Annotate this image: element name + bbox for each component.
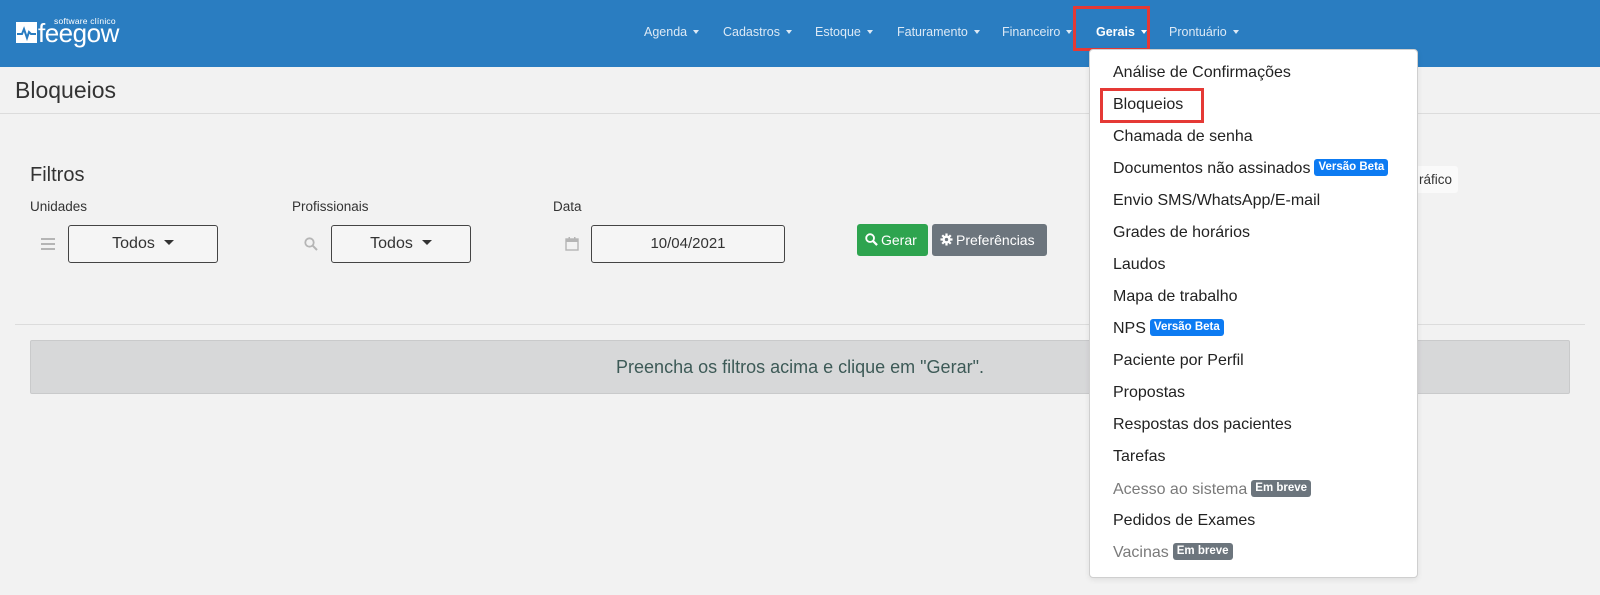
coming-soon-badge: Em breve bbox=[1251, 479, 1312, 497]
menu-item-documentos-nao-assinados[interactable]: Documentos não assinados Versão Beta bbox=[1113, 158, 1389, 180]
gerar-button[interactable]: Gerar bbox=[857, 224, 928, 256]
menu-item-label: Pedidos de Exames bbox=[1113, 512, 1256, 529]
menu-item-tarefas[interactable]: Tarefas bbox=[1113, 446, 1165, 468]
menu-item-laudos[interactable]: Laudos bbox=[1113, 254, 1166, 276]
calendar-icon bbox=[565, 237, 579, 251]
caret-down-icon bbox=[693, 29, 700, 34]
menu-item-label: Tarefas bbox=[1113, 448, 1166, 465]
filters-title: Filtros bbox=[30, 164, 85, 186]
feegow-logo[interactable]: software clínico feegow bbox=[16, 16, 126, 50]
menu-item-respostas-pacientes[interactable]: Respostas dos pacientes bbox=[1113, 414, 1292, 436]
gerais-dropdown-menu: Análise de Confirmações Bloqueios Chamad… bbox=[1089, 49, 1418, 578]
nav-agenda-label: Agenda bbox=[644, 25, 688, 39]
menu-item-paciente-perfil[interactable]: Paciente por Perfil bbox=[1113, 350, 1244, 372]
date-input[interactable]: 10/04/2021 bbox=[591, 225, 785, 263]
gerais-highlight-box bbox=[1073, 6, 1150, 51]
nav-cadastros-label: Cadastros bbox=[723, 25, 780, 39]
menu-item-envio-sms[interactable]: Envio SMS/WhatsApp/E-mail bbox=[1113, 190, 1320, 212]
nav-prontuario-label: Prontuário bbox=[1169, 25, 1227, 39]
logo-name: feegow bbox=[38, 18, 119, 48]
coming-soon-badge: Em breve bbox=[1172, 542, 1233, 560]
menu-item-label: Vacinas bbox=[1113, 544, 1169, 561]
menu-item-label: Propostas bbox=[1113, 384, 1186, 401]
caret-down-icon bbox=[421, 239, 432, 245]
nav-financeiro[interactable]: Financeiro bbox=[1002, 0, 1073, 67]
nav-faturamento[interactable]: Faturamento bbox=[897, 0, 980, 67]
menu-item-acesso-sistema: Acesso ao sistema Em breve bbox=[1113, 479, 1312, 501]
menu-item-grades-horarios[interactable]: Grades de horários bbox=[1113, 222, 1250, 244]
nav-estoque-label: Estoque bbox=[815, 25, 861, 39]
nav-financeiro-label: Financeiro bbox=[1002, 25, 1061, 39]
page-title: Bloqueios bbox=[15, 77, 117, 103]
beta-badge: Versão Beta bbox=[1149, 318, 1224, 336]
menu-item-propostas[interactable]: Propostas bbox=[1113, 382, 1185, 404]
bloqueios-highlight-box bbox=[1100, 88, 1204, 123]
preferencias-label: Preferências bbox=[956, 232, 1035, 248]
gerar-label: Gerar bbox=[881, 232, 917, 248]
menu-item-label: Documentos não assinados bbox=[1113, 160, 1311, 177]
caret-down-icon bbox=[785, 29, 792, 34]
unidades-value: Todos bbox=[112, 235, 155, 252]
menu-item-pedidos-exames[interactable]: Pedidos de Exames bbox=[1113, 510, 1255, 532]
nav-agenda[interactable]: Agenda bbox=[644, 0, 700, 67]
menu-item-chamada-senha[interactable]: Chamada de senha bbox=[1113, 126, 1253, 148]
menu-item-label: Chamada de senha bbox=[1113, 128, 1253, 145]
list-icon bbox=[41, 238, 55, 250]
menu-item-label: Grades de horários bbox=[1113, 224, 1250, 241]
nav-estoque[interactable]: Estoque bbox=[815, 0, 873, 67]
caret-down-icon bbox=[866, 29, 873, 34]
menu-item-mapa-trabalho[interactable]: Mapa de trabalho bbox=[1113, 286, 1238, 308]
menu-item-label: Respostas dos pacientes bbox=[1113, 416, 1292, 433]
nav-cadastros[interactable]: Cadastros bbox=[723, 0, 792, 67]
unidades-dropdown[interactable]: Todos bbox=[68, 225, 218, 263]
menu-item-label: Análise de Confirmações bbox=[1113, 64, 1291, 81]
menu-item-label: Laudos bbox=[1113, 256, 1166, 273]
menu-item-label: Acesso ao sistema bbox=[1113, 481, 1248, 498]
menu-item-label: Mapa de trabalho bbox=[1113, 288, 1238, 305]
search-icon bbox=[304, 237, 318, 251]
profissionais-dropdown[interactable]: Todos bbox=[331, 225, 471, 263]
unidades-label: Unidades bbox=[30, 199, 88, 214]
menu-item-analise-confirmacoes[interactable]: Análise de Confirmações bbox=[1113, 62, 1291, 84]
search-icon bbox=[865, 233, 878, 247]
beta-badge: Versão Beta bbox=[1314, 158, 1389, 176]
menu-item-label: Paciente por Perfil bbox=[1113, 352, 1244, 369]
caret-down-icon bbox=[973, 29, 980, 34]
pulse-logo-icon bbox=[16, 22, 37, 43]
caret-down-icon bbox=[163, 239, 174, 245]
menu-item-label: Envio SMS/WhatsApp/E-mail bbox=[1113, 192, 1321, 209]
gear-icon bbox=[940, 233, 953, 246]
menu-item-label: NPS bbox=[1113, 320, 1146, 337]
profissionais-label: Profissionais bbox=[292, 199, 369, 214]
menu-item-vacinas: Vacinas Em breve bbox=[1113, 542, 1233, 564]
nav-faturamento-label: Faturamento bbox=[897, 25, 968, 39]
caret-down-icon bbox=[1232, 29, 1239, 34]
preferencias-button[interactable]: Preferências bbox=[932, 224, 1047, 256]
data-label: Data bbox=[553, 199, 582, 214]
profissionais-value: Todos bbox=[370, 235, 413, 252]
caret-down-icon bbox=[1066, 29, 1073, 34]
menu-item-nps[interactable]: NPS Versão Beta bbox=[1113, 318, 1224, 340]
